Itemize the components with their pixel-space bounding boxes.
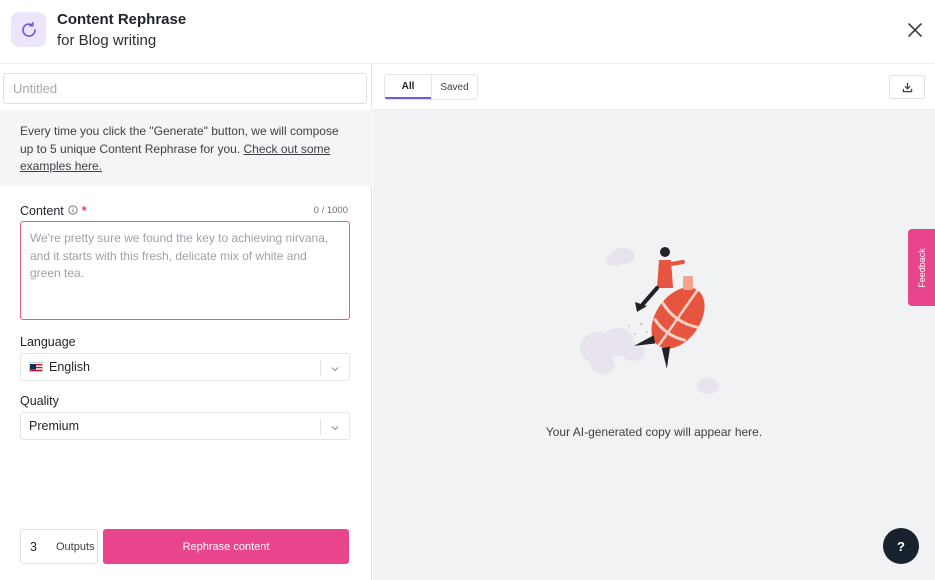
select-divider	[320, 360, 321, 376]
empty-state-message: Your AI-generated copy will appear here.	[545, 425, 763, 439]
results-panel: All Saved Your AI-generated copy will ap…	[373, 64, 935, 580]
feedback-label: Feedback	[916, 247, 927, 288]
us-flag-icon	[29, 362, 43, 372]
chevron-down-icon	[330, 422, 340, 436]
download-icon	[902, 82, 912, 92]
header: Content Rephrase for Blog writing	[0, 0, 935, 64]
info-icon[interactable]	[68, 204, 78, 218]
quality-label: Quality	[20, 394, 59, 408]
info-box: Every time you click the "Generate" butt…	[0, 110, 372, 186]
content-label: Content	[20, 204, 64, 218]
language-select[interactable]: English	[20, 353, 350, 381]
rocket-illustration	[580, 247, 719, 394]
chevron-down-icon	[330, 363, 340, 377]
content-textarea[interactable]	[20, 221, 350, 320]
results-tabs: All Saved	[384, 74, 478, 100]
quality-select[interactable]: Premium	[20, 412, 350, 440]
quality-value: Premium	[29, 419, 80, 433]
left-panel: Every time you click the "Generate" butt…	[0, 64, 372, 580]
tab-saved[interactable]: Saved	[431, 75, 477, 99]
tab-all[interactable]: All	[385, 75, 431, 99]
close-icon[interactable]	[903, 18, 927, 42]
rephrase-button[interactable]: Rephrase content	[103, 529, 349, 564]
language-value: English	[49, 360, 90, 374]
outputs-label: Outputs	[56, 540, 95, 553]
title-input[interactable]	[3, 73, 367, 104]
select-divider	[320, 419, 321, 435]
results-toolbar: All Saved	[373, 64, 935, 110]
refresh-icon	[11, 12, 46, 47]
char-counter: 0 / 1000	[313, 205, 348, 216]
outputs-value[interactable]: 3	[30, 540, 56, 554]
language-label: Language	[20, 335, 76, 349]
required-mark: *	[81, 204, 87, 218]
outputs-stepper[interactable]: 3 Outputs	[20, 529, 98, 564]
app-title: Content Rephrase	[57, 11, 187, 28]
help-button[interactable]: ?	[883, 528, 919, 564]
app-subtitle: for Blog writing	[57, 32, 157, 49]
feedback-tab[interactable]: Feedback	[908, 229, 935, 306]
content-label-row: Content *	[20, 204, 87, 218]
download-button[interactable]	[889, 75, 925, 99]
